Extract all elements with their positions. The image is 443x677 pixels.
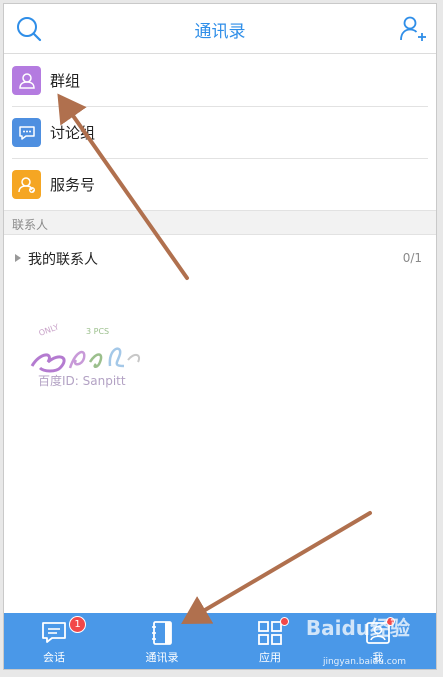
section-header: 联系人 bbox=[4, 210, 436, 235]
group-icon bbox=[12, 66, 41, 95]
list-item-service-accounts[interactable]: 服务号 bbox=[4, 159, 436, 211]
section-title: 联系人 bbox=[12, 218, 49, 232]
watermark-text: 百度ID: Sanpitt bbox=[38, 374, 126, 388]
my-contacts-label: 我的联系人 bbox=[28, 252, 98, 268]
tab-label: 通讯录 bbox=[145, 651, 179, 664]
app-frame: 通讯录 群组 讨论组 服务号 联系人 我的联系人 0/1 ONLY 3 PCS … bbox=[3, 3, 437, 670]
message-icon bbox=[42, 622, 66, 643]
my-contacts-group[interactable]: 我的联系人 0/1 bbox=[4, 236, 436, 280]
tab-messages[interactable]: 1 会话 bbox=[14, 613, 94, 669]
baidu-watermark: Baidu经验 bbox=[305, 616, 410, 640]
page-title: 通讯录 bbox=[194, 22, 246, 42]
header: 通讯录 bbox=[4, 4, 436, 54]
list-item-discussion-groups[interactable]: 讨论组 bbox=[4, 107, 436, 159]
unread-badge: 1 bbox=[69, 616, 86, 633]
list-item-groups[interactable]: 群组 bbox=[4, 55, 436, 107]
list-item-label: 群组 bbox=[50, 72, 81, 90]
notification-dot bbox=[280, 617, 289, 626]
tab-contacts[interactable]: 通讯录 bbox=[122, 613, 202, 669]
tab-apps[interactable]: 应用 bbox=[230, 613, 310, 669]
add-contact-button[interactable] bbox=[398, 14, 428, 44]
svg-text:ONLY: ONLY bbox=[38, 322, 61, 338]
add-contact-icon bbox=[400, 16, 426, 41]
contacts-count: 0/1 bbox=[402, 251, 422, 265]
list-item-label: 讨论组 bbox=[50, 124, 96, 142]
tab-label: 应用 bbox=[259, 651, 281, 664]
chat-bubble-icon bbox=[12, 118, 41, 147]
service-icon bbox=[12, 170, 41, 199]
expand-arrow-icon bbox=[15, 254, 21, 262]
contacts-book-icon bbox=[152, 621, 172, 645]
baidu-watermark-url: jingyan.baidu.com bbox=[322, 657, 406, 667]
tab-bar: 1 会话 通讯录 应用 我 Baidu经验 jingyan.baidu.com bbox=[4, 613, 436, 669]
watermark-logo: ONLY 3 PCS 百度ID: Sanpitt bbox=[26, 322, 156, 390]
svg-text:3 PCS: 3 PCS bbox=[86, 327, 109, 336]
list-item-label: 服务号 bbox=[50, 176, 96, 194]
tab-label: 会话 bbox=[43, 651, 65, 664]
